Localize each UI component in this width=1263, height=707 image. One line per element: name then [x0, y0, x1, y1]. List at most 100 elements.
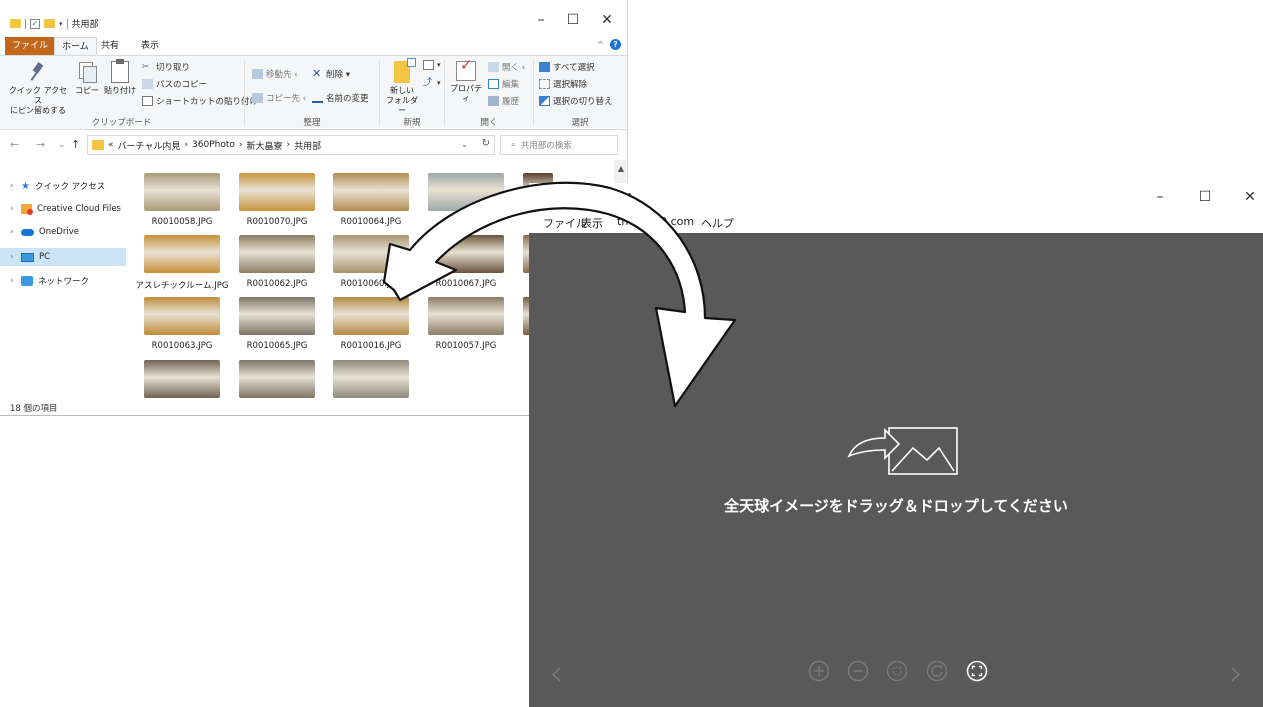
- breadcrumb-separator: ›: [238, 140, 243, 150]
- recent-locations-button[interactable]: ⌄: [58, 140, 66, 150]
- fullscreen-icon[interactable]: [966, 660, 988, 682]
- select-all-button[interactable]: すべて選択: [539, 61, 595, 73]
- breadcrumb-item[interactable]: 新大畠寮: [247, 139, 283, 152]
- ribbon-tabs: ファイル ホーム 共有 表示: [0, 37, 627, 55]
- zoom-out-icon[interactable]: [847, 660, 869, 682]
- select-none-button[interactable]: 選択解除: [539, 78, 587, 90]
- file-thumbnail: [144, 297, 220, 335]
- paste-shortcut-icon: [142, 96, 153, 106]
- open-button[interactable]: 開く ‹: [488, 61, 525, 73]
- address-box[interactable]: « バーチャル内見 › 360Photo › 新大畠寮 › 共用部 ⌄ ↻: [87, 135, 495, 155]
- easy-access-button[interactable]: ⤴ ▾: [423, 78, 441, 88]
- move-to-button[interactable]: 移動先 ‹: [252, 68, 298, 80]
- breadcrumb-item[interactable]: 共用部: [294, 139, 321, 152]
- edit-label: 編集: [502, 80, 520, 90]
- rename-button[interactable]: 名前の変更: [312, 92, 369, 104]
- maximize-button[interactable]: ☐: [558, 12, 588, 28]
- address-overflow[interactable]: «: [108, 140, 114, 150]
- theta-app-icon: [538, 190, 552, 204]
- cut-label: 切り取り: [156, 63, 191, 73]
- new-folder-quick-icon[interactable]: [44, 19, 55, 28]
- file-name: R0010065.JPG: [246, 341, 308, 351]
- menu-view[interactable]: 表示: [581, 215, 603, 231]
- customize-toolbar-icon[interactable]: ▾: [59, 20, 63, 28]
- file-name: R0010060.JPG: [340, 279, 402, 289]
- nav-item-onedrive[interactable]: › OneDrive: [0, 223, 126, 241]
- cut-button[interactable]: ✂ 切り取り: [142, 61, 190, 73]
- auto-rotate-icon[interactable]: [886, 660, 908, 682]
- up-button[interactable]: ↑: [71, 138, 80, 151]
- forward-button[interactable]: →: [36, 138, 45, 151]
- new-item-button[interactable]: ▾: [423, 60, 441, 70]
- copy-path-label: パスのコピー: [156, 80, 208, 90]
- minimize-button[interactable]: –: [526, 12, 556, 28]
- expand-chevron-icon[interactable]: ›: [10, 276, 16, 286]
- delete-button[interactable]: ✕ 削除 ▾: [312, 68, 350, 80]
- tab-share[interactable]: 共有: [94, 37, 126, 55]
- open-group-label: 開く: [480, 118, 498, 128]
- menu-help[interactable]: ヘルプ: [701, 215, 734, 231]
- open-group: プロパティ 開く ‹ 編集 履歴 開く: [446, 56, 532, 131]
- address-dropdown-button[interactable]: ⌄: [461, 140, 468, 149]
- history-button[interactable]: 履歴: [488, 95, 519, 107]
- zoom-in-icon[interactable]: [808, 660, 830, 682]
- file-name: R0010064.JPG: [340, 217, 402, 227]
- close-button[interactable]: ✕: [592, 12, 622, 28]
- properties-icon: [456, 60, 476, 81]
- nav-item-label: ネットワーク: [38, 277, 90, 287]
- pin-icon: [27, 61, 49, 83]
- nav-item-quick-access[interactable]: › ★ クイック アクセス: [0, 177, 126, 195]
- tab-file[interactable]: ファイル: [5, 37, 56, 55]
- paste-shortcut-button[interactable]: ショートカットの貼り付け: [142, 95, 258, 107]
- address-bar-row: ← → ⌄ ↑ « バーチャル内見 › 360Photo › 新大畠寮 › 共用…: [0, 131, 627, 159]
- copy-icon: [78, 61, 97, 83]
- tab-home[interactable]: ホーム: [54, 37, 97, 55]
- folder-icon: [92, 140, 104, 150]
- expand-chevron-icon[interactable]: ›: [10, 252, 16, 262]
- refresh-button[interactable]: ↻: [482, 138, 490, 149]
- creative-cloud-icon: [21, 204, 33, 215]
- invert-selection-button[interactable]: 選択の切り替え: [539, 95, 613, 107]
- pin-to-quick-access-button[interactable]: クイック アクセス にピン留めする: [6, 59, 70, 116]
- back-button[interactable]: ←: [10, 138, 19, 151]
- expand-chevron-icon[interactable]: ›: [10, 181, 16, 191]
- breadcrumb-item[interactable]: 360Photo: [192, 140, 235, 150]
- next-image-button[interactable]: ›: [1229, 653, 1243, 694]
- scroll-up-arrow-icon[interactable]: ▲: [618, 164, 624, 173]
- expand-chevron-icon[interactable]: ›: [10, 227, 16, 237]
- new-folder-button[interactable]: 新しい フォルダー: [385, 58, 419, 116]
- theta-minimize-button[interactable]: –: [1145, 189, 1175, 205]
- copy-button[interactable]: コピー: [72, 59, 102, 96]
- tab-view[interactable]: 表示: [134, 37, 166, 55]
- help-icon[interactable]: ?: [610, 39, 621, 50]
- breadcrumb-item[interactable]: バーチャル内見: [118, 139, 181, 152]
- pc-icon: [21, 252, 34, 262]
- copy-path-button[interactable]: パスのコピー: [142, 78, 207, 90]
- properties-button[interactable]: プロパティ: [448, 59, 484, 104]
- nav-item-creative-cloud[interactable]: › Creative Cloud Files: [0, 200, 126, 218]
- edit-button[interactable]: 編集: [488, 78, 519, 90]
- file-thumbnail: [144, 173, 220, 211]
- nav-item-label: PC: [39, 252, 51, 262]
- menu-theta360[interactable]: theta360.com: [617, 215, 694, 228]
- theta-maximize-button[interactable]: ☐: [1190, 189, 1220, 205]
- reset-view-icon[interactable]: [926, 660, 948, 682]
- divider: [533, 60, 534, 126]
- collapse-ribbon-icon[interactable]: ^: [597, 40, 604, 49]
- previous-image-button[interactable]: ‹: [549, 653, 563, 694]
- file-name: R0010067.JPG: [435, 279, 497, 289]
- nav-item-pc[interactable]: › PC: [0, 248, 126, 266]
- theta-viewer-drop-area[interactable]: 全天球イメージをドラッグ＆ドロップしてください ‹ ›: [529, 233, 1263, 707]
- ribbon-home: クイック アクセス にピン留めする コピー 貼り付け ✂ 切り取り パスのコピー: [0, 55, 627, 131]
- properties-quick-icon[interactable]: ✓: [30, 18, 40, 29]
- navigation-pane: › ★ クイック アクセス › Creative Cloud Files › O…: [0, 172, 126, 397]
- nav-item-network[interactable]: › ネットワーク: [0, 272, 126, 290]
- copy-to-button[interactable]: コピー先 ‹: [252, 92, 306, 104]
- search-input[interactable]: ⌕ 共用部の検索: [500, 135, 618, 155]
- drop-instruction-text: 全天球イメージをドラッグ＆ドロップしてください: [724, 497, 1068, 515]
- theta-close-button[interactable]: ✕: [1235, 189, 1263, 205]
- file-thumbnail: [428, 235, 504, 273]
- expand-chevron-icon[interactable]: ›: [10, 204, 16, 214]
- paste-button[interactable]: 貼り付け: [104, 59, 136, 96]
- file-name: R0010062.JPG: [246, 279, 308, 289]
